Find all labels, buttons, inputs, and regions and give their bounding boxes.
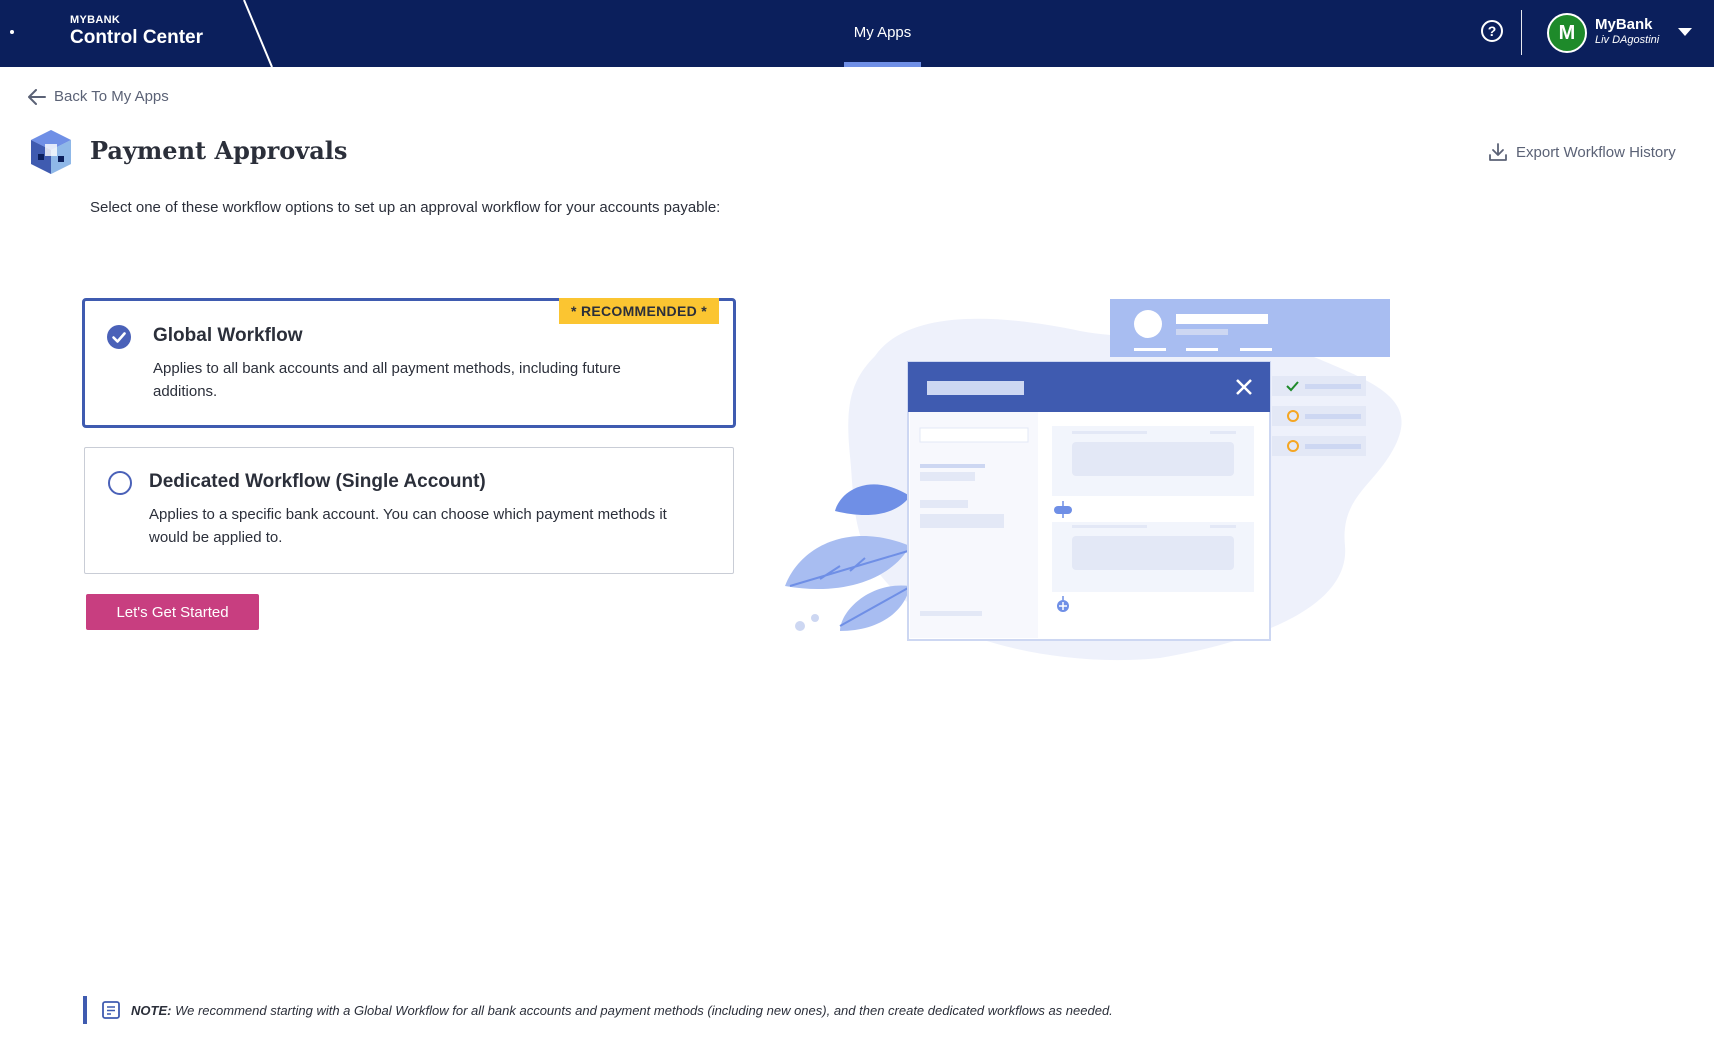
note-icon (102, 1001, 120, 1019)
arrow-left-icon (28, 88, 46, 105)
recommended-badge: * RECOMMENDED * (559, 298, 719, 324)
back-link-label: Back To My Apps (54, 88, 169, 105)
payment-approvals-app-icon (31, 130, 71, 174)
avatar[interactable]: M (1547, 13, 1587, 53)
brand-small-label: MYBANK (70, 14, 121, 26)
menu-dot-icon[interactable] (10, 30, 14, 34)
radio-unchecked-icon[interactable] (108, 471, 132, 495)
dedicated-workflow-option[interactable]: Dedicated Workflow (Single Account) Appl… (84, 447, 734, 574)
note-label: NOTE: (131, 1002, 172, 1018)
help-icon[interactable]: ? (1481, 20, 1503, 42)
brand-divider-slash (243, 0, 273, 67)
radio-checked-icon[interactable] (107, 325, 131, 349)
global-workflow-title: Global Workflow (153, 325, 303, 346)
tab-my-apps-label: My Apps (853, 24, 912, 41)
dedicated-workflow-title: Dedicated Workflow (Single Account) (149, 471, 486, 492)
export-label: Export Workflow History (1516, 143, 1676, 161)
user-org: MyBank (1595, 16, 1653, 33)
top-navigation-bar: MYBANK Control Center My Apps ? M MyBank… (0, 0, 1714, 67)
brand-logo[interactable]: MYBANK Control Center (70, 14, 203, 49)
header-divider (1521, 10, 1522, 55)
checkmark-icon (112, 332, 126, 343)
brand-title: Control Center (70, 27, 203, 48)
lets-get-started-button[interactable]: Let's Get Started (86, 594, 259, 630)
page-title: Payment Approvals (90, 136, 348, 165)
chevron-down-icon[interactable] (1678, 28, 1692, 36)
workflow-illustration (785, 299, 1402, 661)
user-info[interactable]: MyBank Liv DAgostini (1595, 16, 1659, 46)
export-workflow-history-link[interactable]: Export Workflow History (1488, 142, 1676, 162)
active-tab-indicator (844, 62, 921, 67)
user-name: Liv DAgostini (1595, 34, 1660, 46)
global-workflow-description: Applies to all bank accounts and all pay… (153, 360, 621, 400)
tab-my-apps[interactable]: My Apps (844, 0, 921, 67)
note-accent-bar (83, 996, 87, 1024)
note-body: We recommend starting with a Global Work… (175, 1002, 1113, 1018)
global-workflow-option[interactable]: * RECOMMENDED * Global Workflow Applies … (82, 298, 736, 428)
dedicated-workflow-description: Applies to a specific bank account. You … (149, 506, 667, 546)
intro-text: Select one of these workflow options to … (90, 199, 721, 216)
note-text: NOTE: We recommend starting with a Globa… (131, 1003, 1113, 1018)
note-banner: NOTE: We recommend starting with a Globa… (83, 996, 1113, 1024)
back-to-my-apps-link[interactable]: Back To My Apps (28, 88, 169, 105)
download-icon (1489, 143, 1507, 161)
